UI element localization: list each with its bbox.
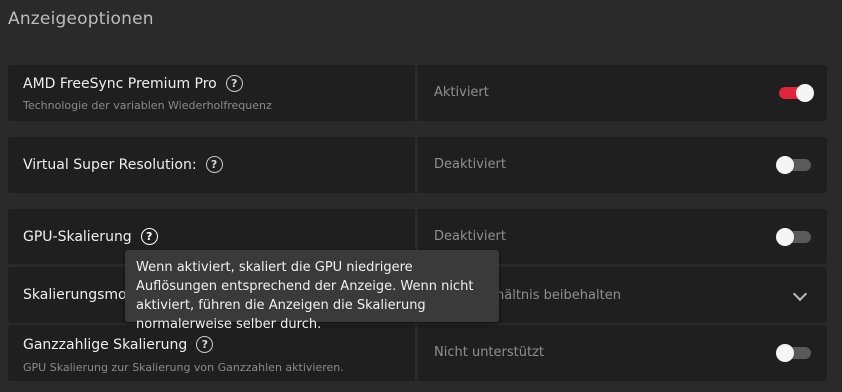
integer-scaling-label: Ganzzahlige Skalierung [23, 336, 188, 353]
freesync-description: Technologie der variablen Wiederholfrequ… [23, 99, 272, 112]
help-icon[interactable]: ? [225, 75, 243, 92]
gpu-scaling-value: Deaktiviert [434, 229, 506, 244]
gpu-scaling-tooltip: Wenn aktiviert, skaliert die GPU niedrig… [125, 250, 499, 332]
setting-row-vsr: Virtual Super Resolution: ? Deaktiviert [8, 137, 827, 193]
setting-value-cell[interactable]: Deaktiviert [418, 137, 827, 193]
toggle-knob [776, 228, 794, 246]
setting-label-cell: Virtual Super Resolution: ? [8, 137, 415, 193]
setting-value-cell[interactable]: Nicht unterstützt [418, 325, 827, 381]
setting-value-cell[interactable]: Aktiviert [418, 65, 827, 121]
integer-scaling-toggle[interactable] [776, 344, 811, 362]
help-icon[interactable]: ? [205, 156, 223, 173]
setting-label-wrap: GPU-Skalierung ? [23, 228, 158, 245]
vsr-toggle[interactable] [776, 156, 811, 174]
setting-label-wrap: AMD FreeSync Premium Pro ? [23, 75, 243, 92]
vsr-value: Deaktiviert [434, 157, 506, 172]
help-icon[interactable]: ? [196, 336, 214, 353]
setting-label-cell: AMD FreeSync Premium Pro ? Technologie d… [8, 65, 415, 121]
integer-scaling-description: GPU Skalierung zur Skalierung von Ganzza… [23, 361, 344, 374]
setting-row-freesync: AMD FreeSync Premium Pro ? Technologie d… [8, 65, 827, 121]
setting-label-wrap: Virtual Super Resolution: ? [23, 156, 223, 173]
gpu-scaling-toggle[interactable] [776, 228, 811, 246]
toggle-knob [796, 84, 814, 102]
freesync-label: AMD FreeSync Premium Pro [23, 75, 217, 92]
help-icon[interactable]: ? [140, 228, 158, 245]
gpu-scaling-label: GPU-Skalierung [23, 228, 132, 245]
toggle-knob [776, 156, 794, 174]
integer-scaling-value: Nicht unterstützt [434, 345, 544, 360]
freesync-value: Aktiviert [434, 85, 489, 100]
section-title: Anzeigeoptionen [8, 9, 154, 29]
toggle-knob [776, 344, 794, 362]
setting-row-integer-scaling: Ganzzahlige Skalierung ? GPU Skalierung … [8, 325, 827, 381]
freesync-toggle[interactable] [779, 84, 814, 102]
setting-label-wrap: Ganzzahlige Skalierung ? [23, 336, 214, 353]
vsr-label: Virtual Super Resolution: [23, 156, 197, 173]
chevron-down-icon[interactable] [792, 286, 808, 302]
